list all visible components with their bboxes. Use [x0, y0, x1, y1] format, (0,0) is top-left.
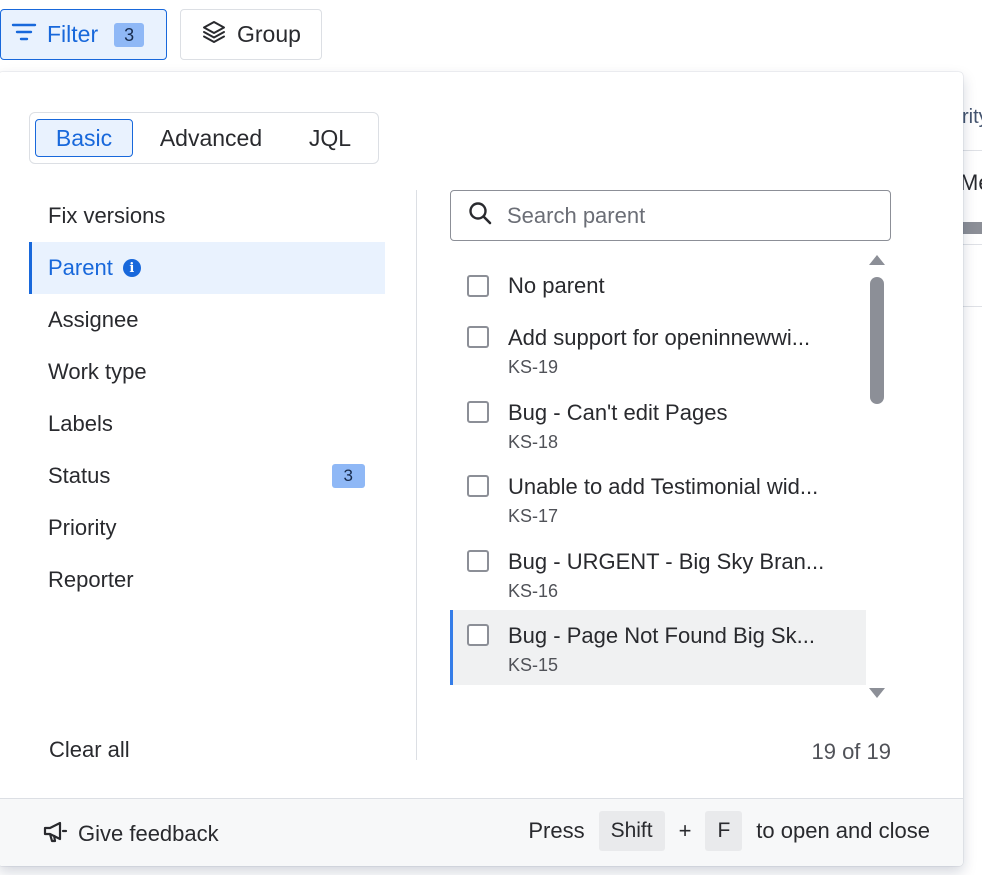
search-parent-field[interactable] [450, 190, 891, 241]
option-key: KS-18 [508, 431, 559, 452]
option-parent[interactable] [450, 685, 866, 701]
shift-key: Shift [598, 811, 665, 851]
info-icon[interactable]: i [122, 259, 141, 277]
shortcut-suffix: to open and close [756, 818, 930, 843]
tab-advanced[interactable]: Advanced [133, 119, 289, 157]
scroll-up-icon[interactable] [869, 255, 885, 265]
field-item-assignee[interactable]: Assignee [29, 294, 385, 346]
option-title: No parent [508, 273, 605, 298]
field-item-label: Work type [48, 359, 147, 384]
result-count: 19 of 19 [811, 739, 891, 764]
checkbox[interactable] [467, 624, 489, 646]
field-item-label: Parent [48, 255, 113, 280]
field-item-label: Labels [48, 411, 113, 436]
filter-mode-tabs: Basic Advanced JQL [29, 112, 379, 164]
give-feedback-button[interactable]: Give feedback [42, 818, 219, 850]
option-title: Unable to add Testimonial wid... [508, 474, 819, 499]
group-button[interactable]: Group [180, 9, 322, 60]
field-item-parent[interactable]: Parent i [29, 242, 385, 294]
panel-footer: Give feedback Press Shift + F to open an… [0, 798, 963, 866]
field-list: Fix versions Parent i Assignee Work type… [29, 190, 385, 606]
tab-basic[interactable]: Basic [35, 119, 133, 157]
search-icon [467, 200, 493, 231]
checkbox[interactable] [467, 475, 489, 497]
field-item-label: Assignee [48, 307, 139, 332]
field-item-label: Priority [48, 515, 117, 540]
checkbox[interactable] [467, 400, 489, 423]
group-label: Group [237, 21, 301, 47]
search-parent-input[interactable] [507, 202, 867, 229]
option-title: Bug - URGENT - Big Sky Bran... [508, 548, 825, 574]
filter-label: Filter [47, 21, 99, 47]
checkbox[interactable] [467, 326, 489, 348]
field-item-status[interactable]: Status 3 [29, 450, 385, 502]
field-item-fix-versions[interactable]: Fix versions [29, 190, 385, 242]
field-item-label: Status [48, 463, 111, 488]
option-title: Add support for openinnewwi... [508, 325, 811, 350]
field-item-work-type[interactable]: Work type [29, 346, 385, 398]
checkbox[interactable] [467, 549, 489, 572]
shortcut-plus: + [678, 818, 692, 843]
option-key: KS-19 [508, 357, 559, 377]
checkbox[interactable] [467, 275, 489, 297]
clear-all-button[interactable]: Clear all [49, 737, 130, 763]
filter-icon [11, 20, 37, 50]
parent-options-list: No parent Add support for openinnewwi...… [450, 260, 866, 700]
field-item-priority[interactable]: Priority [29, 502, 385, 554]
field-item-label: Reporter [48, 567, 134, 592]
option-no-parent[interactable]: No parent [450, 260, 866, 312]
layers-icon [201, 19, 227, 51]
give-feedback-label: Give feedback [78, 821, 219, 846]
option-parent[interactable]: Bug - Page Not Found Big Sk... KS-15 [450, 610, 866, 685]
background-column-header: rity [962, 106, 982, 128]
option-title: Bug - Page Not Found Big Sk... [508, 623, 815, 648]
field-item-label: Fix versions [48, 203, 166, 228]
option-parent[interactable]: Bug - Can't edit Pages KS-18 [450, 387, 866, 462]
tab-jql[interactable]: JQL [289, 119, 371, 157]
option-parent[interactable]: Bug - URGENT - Big Sky Bran... KS-16 [450, 536, 866, 611]
options-scrollbar[interactable] [868, 252, 888, 698]
option-key: KS-16 [508, 580, 559, 601]
option-key: KS-15 [508, 655, 559, 675]
option-title: Bug - Can't edit Pages [508, 399, 728, 425]
filter-panel: Basic Advanced JQL Fix versions Parent i… [0, 72, 963, 866]
column-divider [416, 190, 417, 760]
status-count-badge: 3 [331, 464, 365, 488]
option-parent[interactable]: Add support for openinnewwi... KS-19 [450, 312, 866, 387]
option-key: KS-17 [508, 506, 559, 526]
megaphone-icon [42, 818, 68, 850]
scroll-down-icon[interactable] [869, 688, 885, 698]
shortcut-press-label: Press [528, 818, 585, 843]
f-key: F [705, 811, 743, 851]
field-item-labels[interactable]: Labels [29, 398, 385, 450]
option-parent[interactable]: Unable to add Testimonial wid... KS-17 [450, 461, 866, 536]
background-cell: Me [960, 170, 982, 195]
keyboard-shortcut-hint: Press Shift + F to open and close [528, 811, 930, 851]
filter-button[interactable]: Filter 3 [0, 9, 167, 60]
background-bar [962, 222, 982, 234]
field-item-reporter[interactable]: Reporter [29, 554, 385, 606]
filter-count-badge: 3 [114, 22, 145, 47]
scroll-thumb[interactable] [870, 277, 884, 404]
